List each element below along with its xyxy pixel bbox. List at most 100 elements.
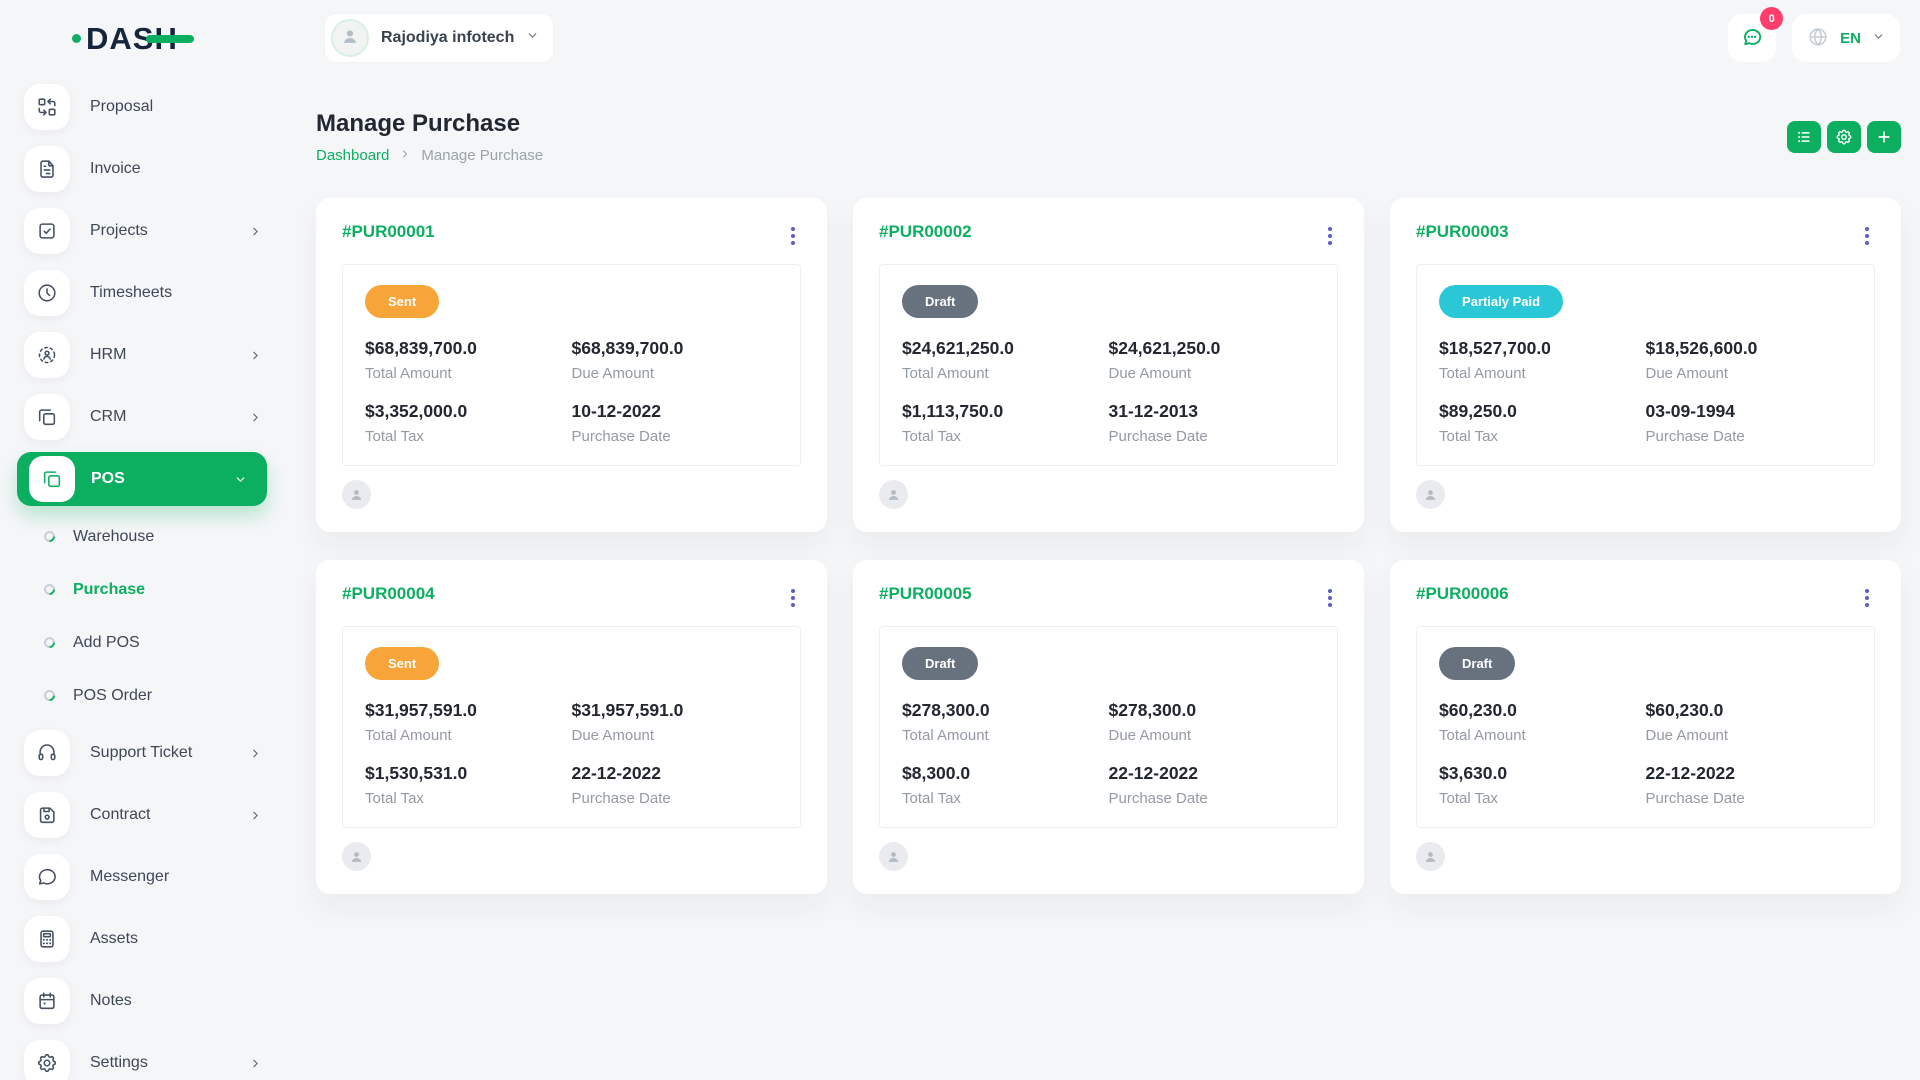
- total-tax-label: Total Tax: [1439, 428, 1646, 445]
- due-amount-value: $68,839,700.0: [572, 338, 779, 359]
- globe-icon: [1807, 26, 1829, 51]
- sidebar-item-messenger[interactable]: Messenger: [0, 846, 284, 908]
- bullet-icon: [42, 529, 58, 545]
- card-header: #PUR00001: [342, 222, 801, 250]
- page-actions: [1787, 121, 1901, 153]
- card-menu-button[interactable]: [785, 222, 801, 250]
- crm-icon: [24, 394, 70, 440]
- language-code: EN: [1840, 30, 1861, 47]
- card-menu-button[interactable]: [1859, 222, 1875, 250]
- sidebar-item-pos[interactable]: POS: [17, 452, 267, 506]
- purchase-summary-box: Partialy Paid$18,527,700.0Total Amount$1…: [1416, 264, 1875, 466]
- sidebar-item-label: Proposal: [90, 98, 153, 116]
- purchase-date-label: Purchase Date: [1109, 428, 1316, 445]
- total-tax-label: Total Tax: [365, 790, 572, 807]
- sidebar-item-support-ticket[interactable]: Support Ticket: [0, 722, 284, 784]
- hrm-icon: [24, 332, 70, 378]
- chevron-down-icon: [526, 29, 539, 47]
- contract-icon: [24, 792, 70, 838]
- sidebar: DASH Proposal Invoice Projects Timesheets HR…: [0, 0, 284, 1080]
- vendor-avatar[interactable]: [342, 842, 371, 871]
- sidebar-item-timesheets[interactable]: Timesheets: [0, 262, 284, 324]
- sidebar-item-invoice[interactable]: Invoice: [0, 138, 284, 200]
- card-header: #PUR00006: [1416, 584, 1875, 612]
- vendor-avatar[interactable]: [879, 842, 908, 871]
- purchase-id-link[interactable]: #PUR00002: [879, 222, 972, 242]
- vendor-avatar[interactable]: [342, 480, 371, 509]
- chevron-right-icon: [249, 747, 262, 760]
- sidebar-item-hrm[interactable]: HRM: [0, 324, 284, 386]
- purchase-date-metric: 22-12-2022Purchase Date: [1646, 763, 1853, 807]
- due-amount-metric: $60,230.0Due Amount: [1646, 700, 1853, 744]
- purchase-date-value: 22-12-2022: [572, 763, 779, 784]
- breadcrumb-dashboard-link[interactable]: Dashboard: [316, 147, 389, 164]
- total-tax-label: Total Tax: [1439, 790, 1646, 807]
- purchase-summary-box: Draft$60,230.0Total Amount$60,230.0Due A…: [1416, 626, 1875, 828]
- total-tax-metric: $3,630.0Total Tax: [1439, 763, 1646, 807]
- sidebar-item-projects[interactable]: Projects: [0, 200, 284, 262]
- total-tax-label: Total Tax: [902, 428, 1109, 445]
- language-selector[interactable]: EN: [1792, 14, 1900, 62]
- list-view-button[interactable]: [1787, 121, 1821, 153]
- card-menu-button[interactable]: [1322, 222, 1338, 250]
- purchase-id-link[interactable]: #PUR00005: [879, 584, 972, 604]
- total-amount-label: Total Amount: [902, 365, 1109, 382]
- company-switcher[interactable]: Rajodiya infotech: [324, 13, 554, 63]
- sidebar-item-label: HRM: [90, 346, 126, 364]
- sidebar-subitem-purchase[interactable]: Purchase: [0, 563, 284, 616]
- sidebar-item-crm[interactable]: CRM: [0, 386, 284, 448]
- company-avatar: [331, 19, 369, 57]
- total-amount-metric: $31,957,591.0Total Amount: [365, 700, 572, 744]
- sidebar-item-proposal[interactable]: Proposal: [0, 76, 284, 138]
- sidebar-subitem-add-pos[interactable]: Add POS: [0, 616, 284, 669]
- sidebar-subitem-pos-order[interactable]: POS Order: [0, 669, 284, 722]
- sidebar-item-assets[interactable]: Assets: [0, 908, 284, 970]
- purchase-date-metric: 10-12-2022Purchase Date: [572, 401, 779, 445]
- purchase-id-link[interactable]: #PUR00004: [342, 584, 435, 604]
- page-header: Manage Purchase Dashboard Manage Purchas…: [284, 76, 1920, 164]
- due-amount-label: Due Amount: [1109, 727, 1316, 744]
- sidebar-item-settings[interactable]: Settings: [0, 1032, 284, 1080]
- sidebar-item-label: Timesheets: [90, 284, 172, 302]
- card-header: #PUR00002: [879, 222, 1338, 250]
- purchase-summary-box: Sent$68,839,700.0Total Amount$68,839,700…: [342, 264, 801, 466]
- app-logo[interactable]: DASH: [72, 23, 178, 54]
- total-tax-metric: $3,352,000.0Total Tax: [365, 401, 572, 445]
- card-menu-button[interactable]: [785, 584, 801, 612]
- purchase-id-link[interactable]: #PUR00006: [1416, 584, 1509, 604]
- pos-icon: [29, 456, 75, 502]
- total-amount-metric: $278,300.0Total Amount: [902, 700, 1109, 744]
- card-menu-button[interactable]: [1322, 584, 1338, 612]
- sidebar-item-label: Projects: [90, 222, 148, 240]
- status-badge: Sent: [365, 285, 439, 318]
- chevron-down-icon: [234, 473, 247, 486]
- sidebar-item-notes[interactable]: Notes: [0, 970, 284, 1032]
- page-title-block: Manage Purchase Dashboard Manage Purchas…: [316, 110, 543, 164]
- messages-count-badge: 0: [1760, 7, 1783, 30]
- settings-icon: [24, 1040, 70, 1080]
- sidebar-subitem-warehouse[interactable]: Warehouse: [0, 510, 284, 563]
- total-tax-value: $1,113,750.0: [902, 401, 1109, 422]
- status-badge: Draft: [1439, 647, 1515, 680]
- purchase-cards-grid: #PUR00001 Sent $68,839,700.0 Total Amount $6…: [284, 164, 1920, 894]
- status-badge: Draft: [902, 285, 978, 318]
- total-amount-value: $24,621,250.0: [902, 338, 1109, 359]
- due-amount-value: $24,621,250.0: [1109, 338, 1316, 359]
- purchase-settings-button[interactable]: [1827, 121, 1861, 153]
- purchase-card: #PUR00006 Draft$60,230.0Total Amount$60,2…: [1390, 560, 1901, 894]
- vendor-avatar[interactable]: [1416, 842, 1445, 871]
- vendor-avatar[interactable]: [1416, 480, 1445, 509]
- purchase-id-link[interactable]: #PUR00003: [1416, 222, 1509, 242]
- card-menu-button[interactable]: [1859, 584, 1875, 612]
- add-purchase-button[interactable]: [1867, 121, 1901, 153]
- purchase-id-link[interactable]: #PUR00001: [342, 222, 435, 242]
- topbar: Rajodiya infotech 0 EN: [284, 0, 1920, 76]
- messages-button[interactable]: 0: [1728, 14, 1776, 62]
- status-badge: Partialy Paid: [1439, 285, 1563, 318]
- sidebar-subitem-label: Purchase: [73, 581, 145, 599]
- sidebar-item-contract[interactable]: Contract: [0, 784, 284, 846]
- total-tax-metric: $1,530,531.0Total Tax: [365, 763, 572, 807]
- topbar-right: 0 EN: [1728, 14, 1900, 62]
- due-amount-value: $278,300.0: [1109, 700, 1316, 721]
- vendor-avatar[interactable]: [879, 480, 908, 509]
